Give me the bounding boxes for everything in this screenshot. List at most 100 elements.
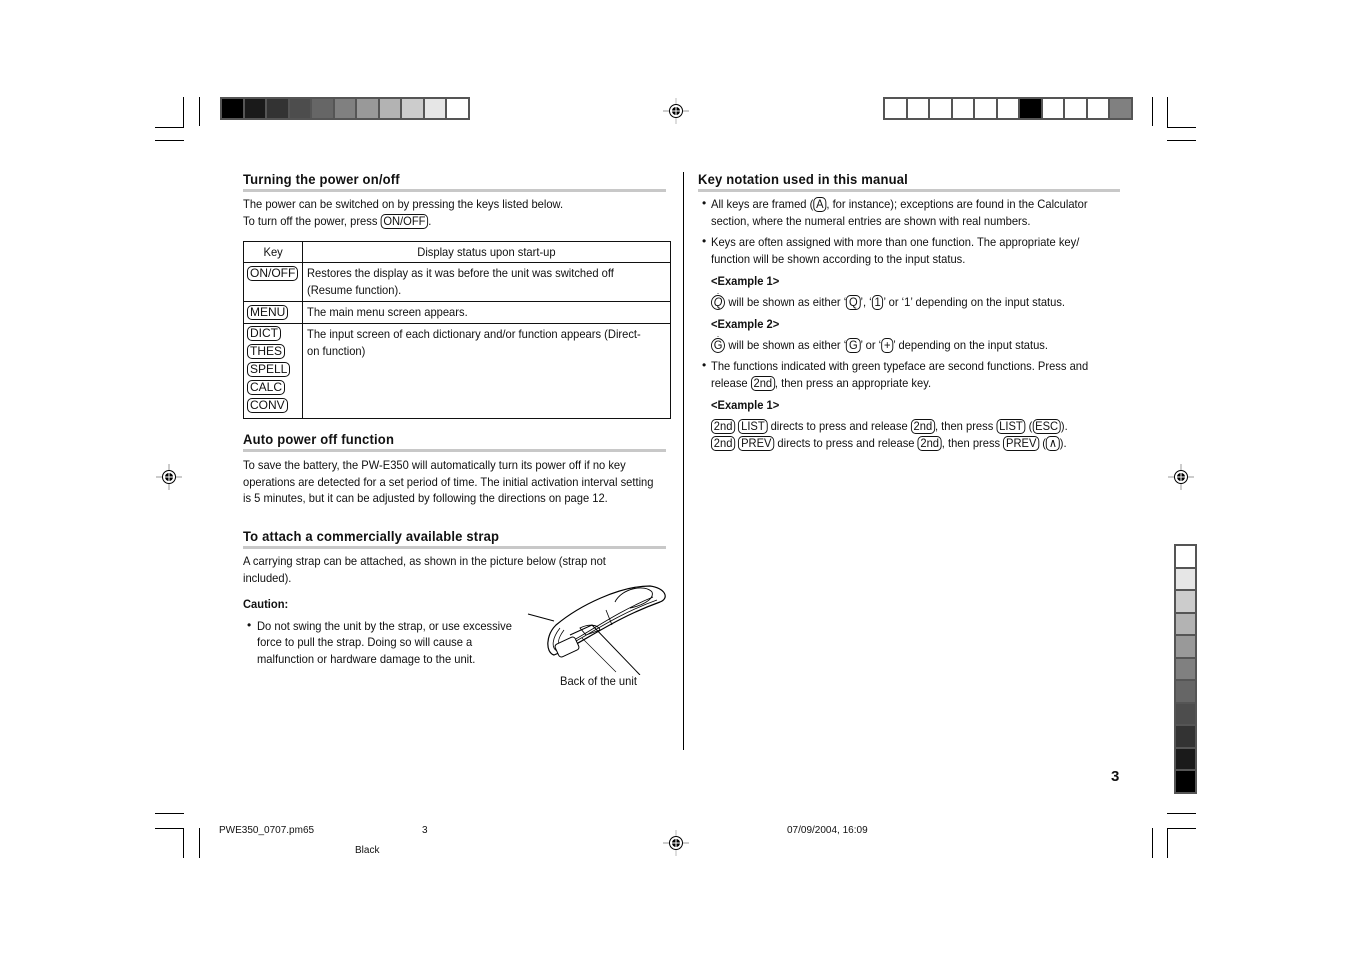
bullet-icon: •	[702, 196, 707, 210]
table-row: DICT THES SPELL CALC CONV The input scre…	[242, 323, 672, 419]
notation-line: The functions indicated with green typef…	[711, 359, 1089, 373]
crop-mark	[155, 127, 184, 128]
text: (	[1039, 436, 1047, 450]
example-line: 2nd PREV directs to press and release 2n…	[711, 435, 1067, 452]
key-spell: SPELL	[247, 362, 291, 377]
caution-line: Do not swing the unit by the strap, or u…	[257, 619, 512, 633]
key-q-shift: Q	[711, 287, 726, 310]
crop-mark	[183, 828, 184, 858]
bullet-icon: •	[247, 618, 252, 632]
color-bar-top-left	[220, 97, 470, 120]
text: All keys are framed (	[711, 197, 814, 211]
bullet-icon: •	[702, 358, 707, 372]
key-a: A	[813, 197, 827, 212]
color-swatch	[1065, 99, 1086, 118]
column-divider	[683, 172, 684, 750]
text: , then press	[941, 436, 1004, 450]
color-swatch	[244, 99, 265, 118]
key-calc: CALC	[247, 380, 286, 395]
text: To turn off the power, press	[243, 214, 381, 228]
key-cell: MENU	[242, 301, 304, 324]
color-swatch	[930, 99, 951, 118]
crop-mark	[183, 97, 184, 128]
color-swatch	[334, 99, 355, 118]
key-1: 1	[871, 295, 884, 310]
color-swatch	[1110, 99, 1131, 118]
table-header-status: Display status upon start-up	[302, 241, 672, 263]
key-prev: PREV	[1003, 436, 1040, 451]
crop-mark	[1152, 828, 1153, 858]
key-up: ∧	[1046, 436, 1060, 451]
key-thes: THES	[247, 344, 286, 359]
color-swatch	[424, 99, 445, 118]
strap-illustration	[527, 585, 666, 675]
notation-line: All keys are framed (A, for instance); e…	[711, 196, 1088, 213]
example-line: 2nd LIST directs to press and release 2n…	[711, 418, 1068, 435]
key-cell: DICT THES SPELL CALC CONV	[242, 323, 304, 419]
figure-caption: Back of the unit	[560, 674, 637, 688]
key-list: LIST	[738, 419, 768, 434]
color-swatch	[1176, 613, 1195, 634]
example-label: <Example 2>	[711, 317, 780, 331]
color-swatch	[1176, 636, 1195, 657]
crop-mark	[199, 828, 200, 858]
key-2nd: 2nd	[711, 436, 736, 451]
notation-line: Keys are often assigned with more than o…	[711, 235, 1080, 249]
power-keys-table: Key Display status upon start-up ON/OFF …	[242, 241, 672, 419]
color-swatch	[885, 99, 906, 118]
key-menu: MENU	[247, 305, 289, 320]
text: ’, ‘	[860, 295, 872, 309]
text: directs to press and release	[767, 419, 911, 433]
section-title-power: Turning the power on/off	[243, 171, 400, 187]
key-plus: +	[881, 338, 894, 353]
status-text: Restores the display as it was before th…	[307, 266, 615, 280]
key-esc: ESC	[1032, 419, 1061, 434]
color-swatch	[447, 99, 468, 118]
crop-mark	[1167, 813, 1196, 814]
key-conv: CONV	[247, 398, 288, 413]
auto-off-line: operations are detected for a set period…	[243, 475, 654, 489]
footer-plate: Black	[355, 845, 380, 856]
section-rule	[243, 189, 666, 192]
registration-mark-icon	[1168, 464, 1194, 490]
key-on-off: ON/OFF	[247, 266, 299, 281]
color-swatch	[1176, 748, 1195, 769]
auto-off-line: To save the battery, the PW-E350 will au…	[243, 458, 626, 472]
color-swatch	[1042, 99, 1063, 118]
status-text: The input screen of each dictionary and/…	[307, 327, 642, 341]
notation-line: function will be shown according to the …	[711, 252, 966, 266]
color-swatch	[402, 99, 423, 118]
color-swatch	[267, 99, 288, 118]
status-cell: The main menu screen appears.	[302, 301, 672, 324]
text: , then press	[934, 419, 997, 433]
section-rule	[243, 449, 666, 452]
crop-mark	[155, 140, 184, 141]
crop-mark	[155, 828, 184, 829]
example-line: G will be shown as either ‘G’ or ‘+’ dep…	[711, 330, 1048, 354]
text: release	[711, 376, 751, 390]
registration-mark-icon	[663, 830, 689, 856]
footer-datetime: 07/09/2004, 16:09	[787, 825, 868, 836]
crop-mark	[1152, 97, 1153, 126]
color-bar-top-right	[883, 97, 1133, 120]
header-text: Display status upon start-up	[417, 245, 556, 259]
crop-mark	[1167, 828, 1196, 829]
color-swatch	[379, 99, 400, 118]
crop-mark	[199, 97, 200, 126]
color-bar-right-vertical	[1174, 544, 1197, 794]
registration-mark-icon	[156, 464, 182, 490]
example-label: <Example 1>	[711, 398, 780, 412]
key-cell: ON/OFF	[242, 262, 304, 302]
footer-page: 3	[422, 825, 428, 836]
status-text: The main menu screen appears.	[307, 305, 469, 319]
key-g: G	[846, 338, 861, 353]
text: , for instance); exceptions are found in…	[826, 197, 1088, 211]
text: ’ depending on the input status.	[893, 338, 1048, 352]
strap-line: included).	[243, 571, 292, 585]
crop-mark	[155, 813, 184, 814]
color-swatch	[357, 99, 378, 118]
section-title-strap: To attach a commercially available strap	[243, 528, 500, 544]
key-on-off: ON/OFF	[380, 214, 429, 229]
color-swatch	[1176, 703, 1195, 724]
color-swatch	[1176, 681, 1195, 702]
